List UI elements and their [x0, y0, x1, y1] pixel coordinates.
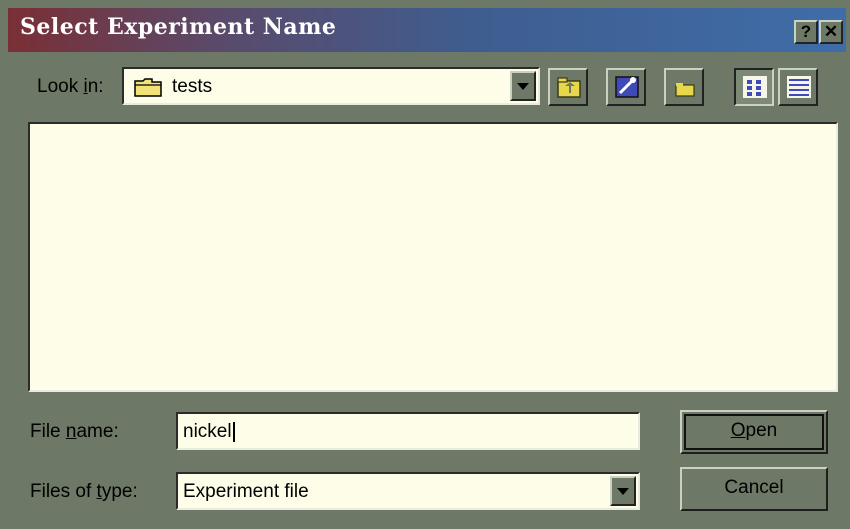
up-one-level-icon: [557, 77, 581, 98]
desktop-icon: [615, 76, 639, 98]
look-in-label: Look in:: [37, 76, 104, 97]
file-name-label: File name:: [30, 421, 119, 442]
list-view-button[interactable]: [734, 68, 774, 106]
help-button[interactable]: ?: [794, 20, 818, 44]
create-new-folder-icon: [675, 83, 695, 97]
create-new-folder-button[interactable]: [664, 68, 704, 106]
dialog-title: Select Experiment Name: [20, 14, 337, 40]
details-view-icon: [787, 76, 811, 98]
title-bar[interactable]: Select Experiment Name ? ✕: [8, 8, 846, 52]
file-type-label: Files of type:: [30, 481, 138, 502]
cancel-button[interactable]: Cancel: [680, 467, 828, 511]
desktop-button[interactable]: [606, 68, 646, 106]
look-in-value: tests: [172, 76, 213, 97]
close-icon: ✕: [823, 22, 839, 41]
open-button[interactable]: Open: [680, 410, 828, 454]
folder-icon: [134, 78, 162, 97]
file-type-combobox[interactable]: Experiment file: [176, 472, 640, 510]
look-in-dropdown-button[interactable]: [510, 71, 536, 101]
close-button[interactable]: ✕: [819, 20, 843, 44]
details-view-button[interactable]: [778, 68, 818, 106]
file-name-value: nickel: [183, 421, 232, 442]
up-one-level-button[interactable]: [548, 68, 588, 106]
file-list-pane[interactable]: [28, 122, 838, 392]
file-type-dropdown-button[interactable]: [610, 476, 636, 506]
look-in-combobox[interactable]: tests: [122, 67, 540, 105]
file-name-input[interactable]: nickel: [176, 412, 640, 450]
file-type-value: Experiment file: [183, 481, 309, 502]
file-dialog: Select Experiment Name ? ✕ Look in: test…: [0, 0, 850, 529]
text-caret: [232, 421, 235, 442]
list-view-icon: [743, 76, 767, 98]
